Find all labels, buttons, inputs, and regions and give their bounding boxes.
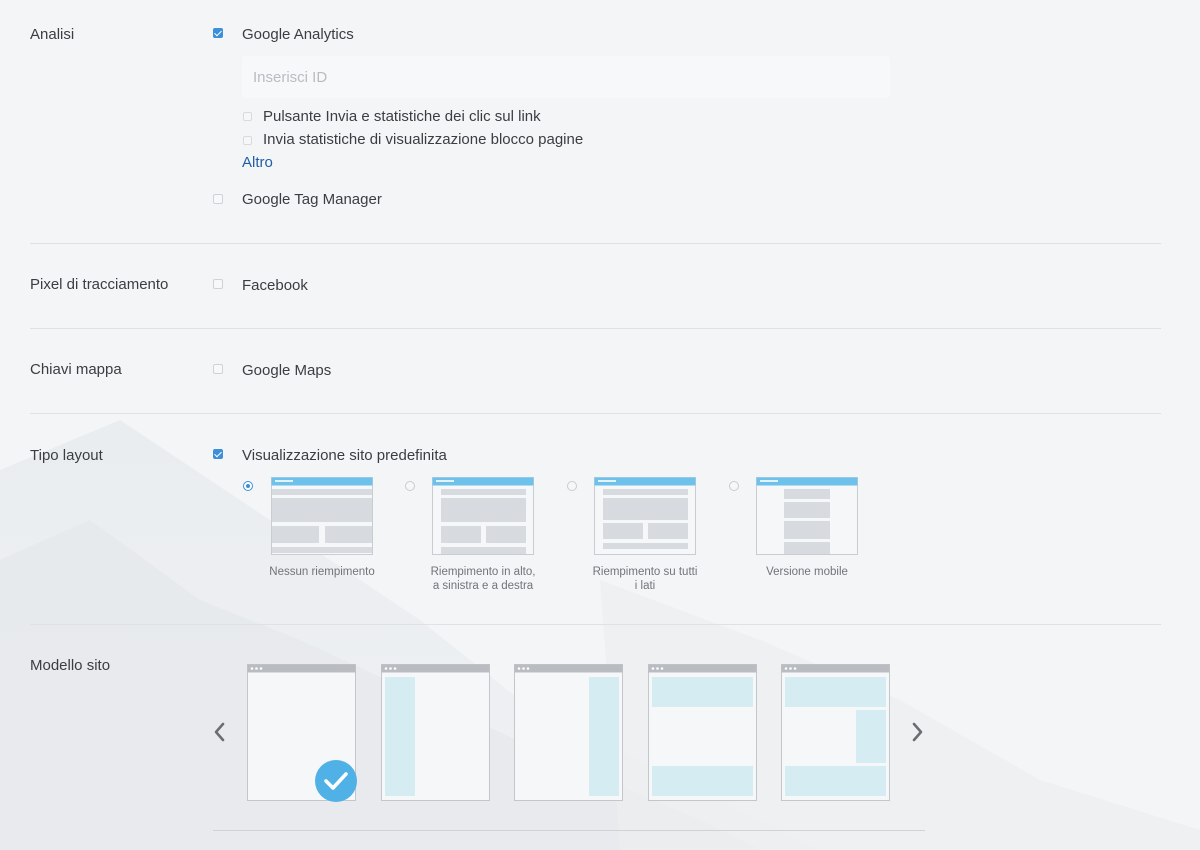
map-keys-section-label: Chiavi mappa [30, 361, 122, 378]
template-carousel-divider [213, 830, 925, 831]
layout-type-section-label: Tipo layout [30, 447, 103, 464]
layout-no-padding-caption: Nessun riempimento [269, 566, 375, 578]
google-tag-manager-label: Google Tag Manager [242, 191, 382, 208]
analytics-id-input[interactable] [242, 56, 890, 98]
section-divider [30, 624, 1161, 625]
layout-all-sides-padding-thumbnail[interactable] [594, 477, 696, 555]
block-view-stats-label: Invia statistiche di visualizzazione blo… [263, 131, 584, 148]
google-analytics-label: Google Analytics [242, 26, 354, 43]
chevron-right-icon[interactable] [911, 721, 925, 743]
tracking-pixel-section-label: Pixel di tracciamento [30, 276, 169, 293]
google-analytics-checkbox[interactable] [213, 28, 223, 38]
analytics-section-label: Analisi [30, 26, 75, 43]
site-template-section-label: Modello sito [30, 657, 111, 674]
more-options-link[interactable]: Altro [242, 154, 273, 171]
section-divider [30, 243, 1161, 244]
layout-option-all-sides-padding-radio[interactable] [567, 481, 577, 491]
section-divider [30, 328, 1161, 329]
facebook-label: Facebook [242, 277, 308, 294]
settings-panel: Analisi Google Analytics Pulsante Invia … [0, 0, 1200, 850]
layout-all-sides-padding-caption: Riempimento su tutti i lati [592, 566, 698, 592]
layout-mobile-version-thumbnail[interactable] [756, 477, 858, 555]
layout-top-sides-padding-thumbnail[interactable] [432, 477, 534, 555]
selected-checkmark-icon [315, 760, 357, 802]
google-maps-checkbox[interactable] [213, 364, 223, 374]
template-right-sidebar-thumbnail[interactable] [514, 664, 623, 801]
section-divider [30, 413, 1161, 414]
layout-option-top-sides-padding-radio[interactable] [405, 481, 415, 491]
link-click-stats-label: Pulsante Invia e statistiche dei clic su… [263, 108, 541, 125]
layout-no-padding-thumbnail[interactable] [271, 477, 373, 555]
link-click-stats-checkbox[interactable] [243, 112, 252, 121]
block-view-stats-checkbox[interactable] [243, 136, 252, 145]
google-tag-manager-checkbox[interactable] [213, 194, 223, 204]
layout-top-sides-padding-caption: Riempimento in alto, a sinistra e a dest… [430, 566, 536, 592]
layout-option-mobile-version-radio[interactable] [729, 481, 739, 491]
chevron-left-icon[interactable] [212, 721, 226, 743]
default-site-view-label: Visualizzazione sito predefinita [242, 447, 447, 464]
layout-mobile-version-caption: Versione mobile [766, 566, 848, 578]
template-header-footer-thumbnail[interactable] [648, 664, 757, 801]
layout-option-no-padding-radio[interactable] [243, 481, 253, 491]
template-left-sidebar-thumbnail[interactable] [381, 664, 490, 801]
default-site-view-checkbox[interactable] [213, 449, 223, 459]
template-header-right-footer-thumbnail[interactable] [781, 664, 890, 801]
facebook-checkbox[interactable] [213, 279, 223, 289]
google-maps-label: Google Maps [242, 362, 332, 379]
